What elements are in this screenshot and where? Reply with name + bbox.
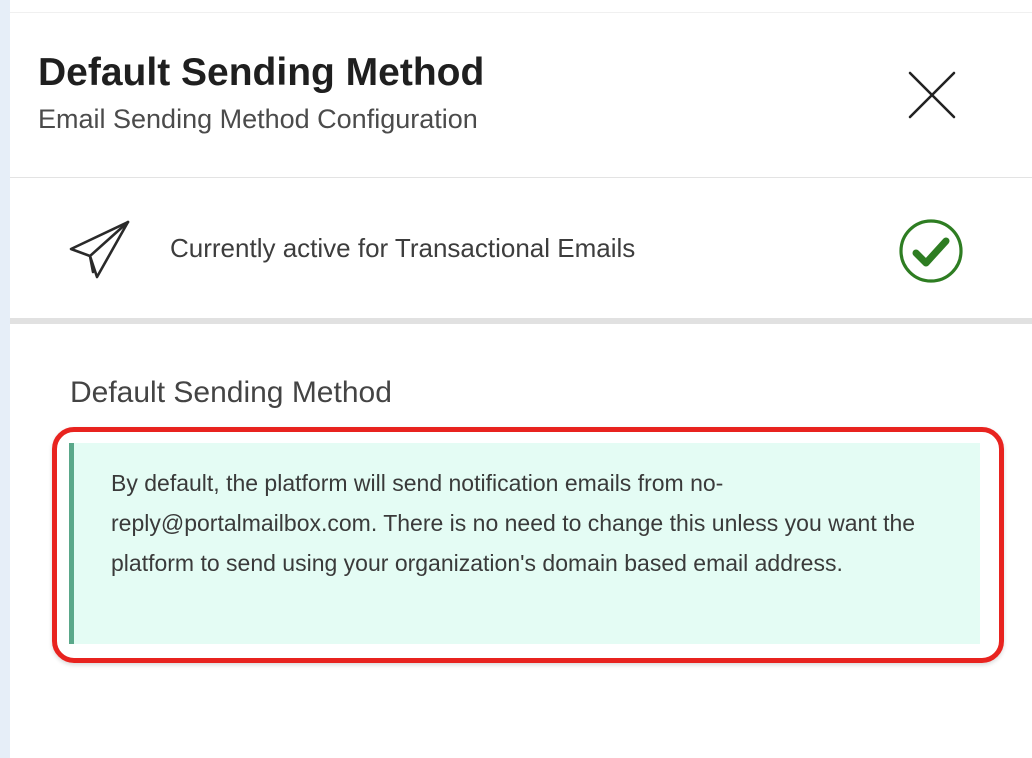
info-text: By default, the platform will send notif…: [111, 470, 916, 576]
modal-header: Default Sending Method Email Sending Met…: [10, 13, 1032, 178]
status-text: Currently active for Transactional Email…: [170, 233, 636, 263]
check-circle-icon: [899, 219, 963, 283]
left-backdrop-strip: [0, 0, 10, 758]
section-title: Default Sending Method: [70, 376, 392, 409]
close-button[interactable]: [900, 63, 964, 127]
modal-panel: Default Sending Method Email Sending Met…: [0, 0, 1032, 758]
close-icon[interactable]: [908, 71, 956, 119]
paper-plane-icon: [69, 220, 130, 279]
info-callout: By default, the platform will send notif…: [69, 443, 980, 644]
active-status-row: Currently active for Transactional Email…: [10, 178, 1032, 324]
modal-title: Default Sending Method: [38, 51, 485, 94]
modal-subtitle: Email Sending Method Configuration: [38, 104, 478, 134]
